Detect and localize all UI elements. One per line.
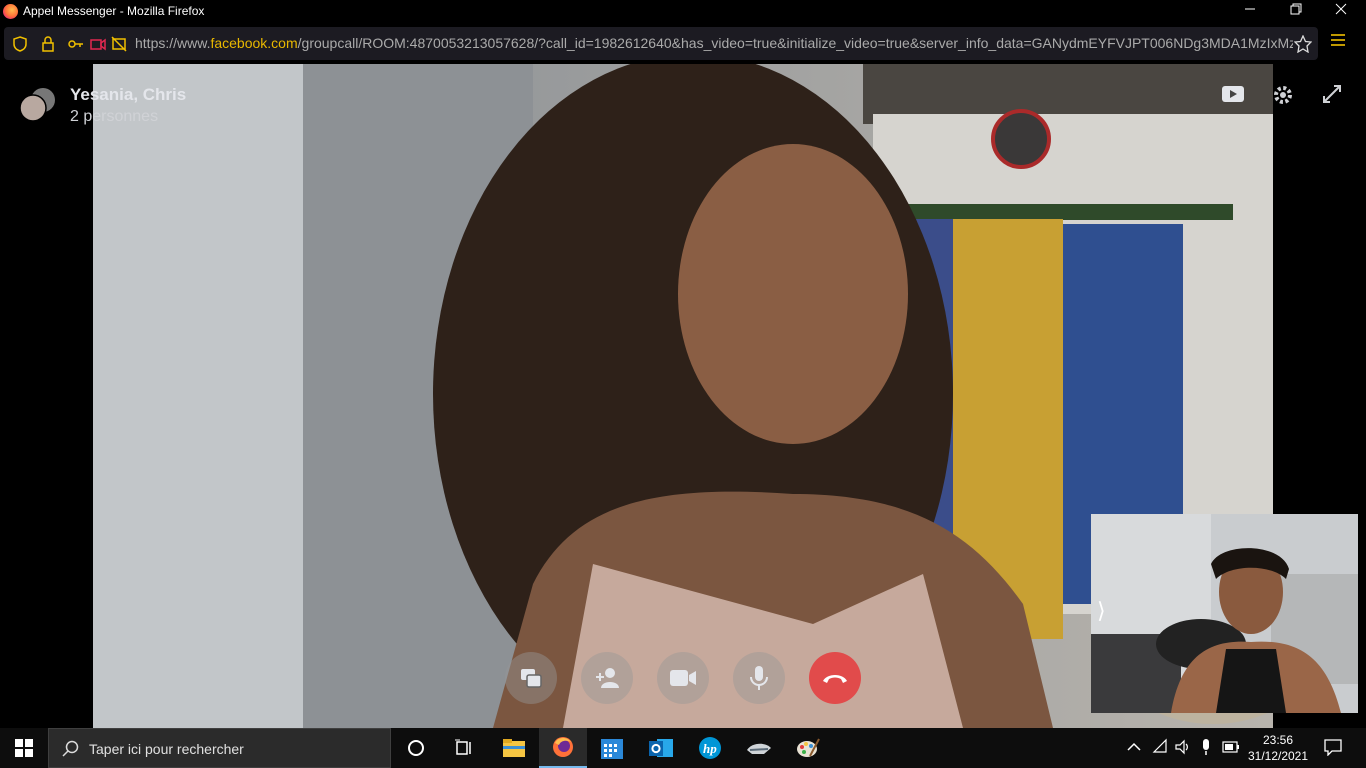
hamburger-menu-icon[interactable]	[1330, 32, 1346, 48]
window-titlebar: Appel Messenger - Mozilla Firefox	[0, 0, 1366, 23]
start-button[interactable]	[0, 728, 48, 768]
close-icon	[1335, 3, 1347, 15]
microphone-icon[interactable]	[1200, 738, 1212, 756]
shield-icon[interactable]	[11, 35, 29, 53]
restore-button[interactable]	[1273, 0, 1319, 23]
restore-icon	[1290, 3, 1302, 15]
call-participants-name: Yesania, Chris	[70, 85, 187, 104]
calendar-app-icon	[601, 739, 623, 759]
generic-app-button[interactable]	[735, 728, 783, 768]
microphone-button[interactable]	[733, 652, 785, 704]
window-title: Appel Messenger - Mozilla Firefox	[23, 4, 205, 18]
file-explorer-button[interactable]	[490, 728, 538, 768]
camera-button[interactable]	[657, 652, 709, 704]
lock-icon[interactable]	[39, 35, 57, 53]
file-explorer-icon	[503, 739, 525, 757]
cortana-button[interactable]	[392, 728, 440, 768]
participants-count: 2 personnes	[70, 108, 159, 125]
taskbar-clock[interactable]: 23:56 31/12/2021	[1244, 732, 1312, 764]
search-placeholder: Taper ici pour rechercher	[89, 741, 244, 757]
cortana-icon	[408, 740, 424, 756]
screen-share-icon	[521, 669, 542, 688]
add-person-icon	[596, 668, 619, 688]
svg-text:hp: hp	[703, 741, 717, 756]
share-screen-button[interactable]	[505, 652, 557, 704]
firefox-icon	[553, 737, 573, 757]
minimize-button[interactable]	[1227, 0, 1273, 23]
firefox-logo-icon	[3, 4, 18, 19]
clock-date: 31/12/2021	[1247, 749, 1309, 763]
close-button[interactable]	[1318, 0, 1364, 23]
microphone-icon	[750, 666, 768, 690]
clock-time: 23:56	[1262, 733, 1294, 747]
search-icon	[62, 740, 79, 757]
outlook-icon	[649, 739, 673, 757]
video-camera-icon	[670, 670, 696, 686]
self-view-video[interactable]: ⟩	[1091, 514, 1358, 713]
url-text[interactable]: https://www.facebook.com/groupcall/ROOM:…	[135, 35, 1293, 51]
hp-icon: hp	[699, 737, 721, 759]
browser-navbar: https://www.facebook.com/groupcall/ROOM:…	[0, 23, 1366, 64]
settings-gear-icon[interactable]	[1272, 84, 1294, 106]
volume-icon[interactable]	[1174, 738, 1192, 756]
hang-up-icon	[823, 675, 847, 683]
windows-taskbar: Taper ici pour rechercher hp 23:56 31/12…	[0, 728, 1366, 768]
paint-button[interactable]	[784, 728, 832, 768]
task-view-button[interactable]	[440, 728, 488, 768]
notification-icon[interactable]	[1324, 738, 1342, 756]
hp-app-button[interactable]: hp	[686, 728, 734, 768]
video-icon[interactable]	[1221, 84, 1245, 104]
end-call-button[interactable]	[809, 652, 861, 704]
call-area: Yesania, Chris 2 personnes ⟩	[0, 64, 1366, 728]
participants-avatar	[20, 88, 55, 122]
permissions-icon[interactable]	[67, 35, 85, 53]
fullscreen-icon[interactable]	[1322, 84, 1342, 104]
calendar-app-button[interactable]	[588, 728, 636, 768]
battery-icon[interactable]	[1222, 740, 1240, 754]
firefox-taskbar-button[interactable]	[539, 728, 587, 768]
bookmark-star-icon[interactable]	[1294, 35, 1312, 53]
url-bar[interactable]: https://www.facebook.com/groupcall/ROOM:…	[4, 27, 1318, 60]
self-view-feed	[1091, 514, 1358, 713]
minimize-icon	[1245, 8, 1255, 10]
taskbar-search-box[interactable]: Taper ici pour rechercher	[48, 728, 391, 768]
outlook-button[interactable]	[637, 728, 685, 768]
mic-off-icon[interactable]	[110, 35, 128, 53]
add-person-button[interactable]	[581, 652, 633, 704]
app-icon	[747, 743, 771, 754]
camera-sharing-icon[interactable]	[89, 35, 107, 53]
chevron-up-icon[interactable]	[1127, 742, 1141, 752]
selfview-expand-icon[interactable]: ⟩	[1097, 598, 1106, 624]
task-view-icon	[455, 739, 471, 755]
wifi-icon[interactable]	[1152, 738, 1168, 756]
paint-icon	[797, 738, 820, 757]
windows-logo-icon	[15, 739, 33, 757]
